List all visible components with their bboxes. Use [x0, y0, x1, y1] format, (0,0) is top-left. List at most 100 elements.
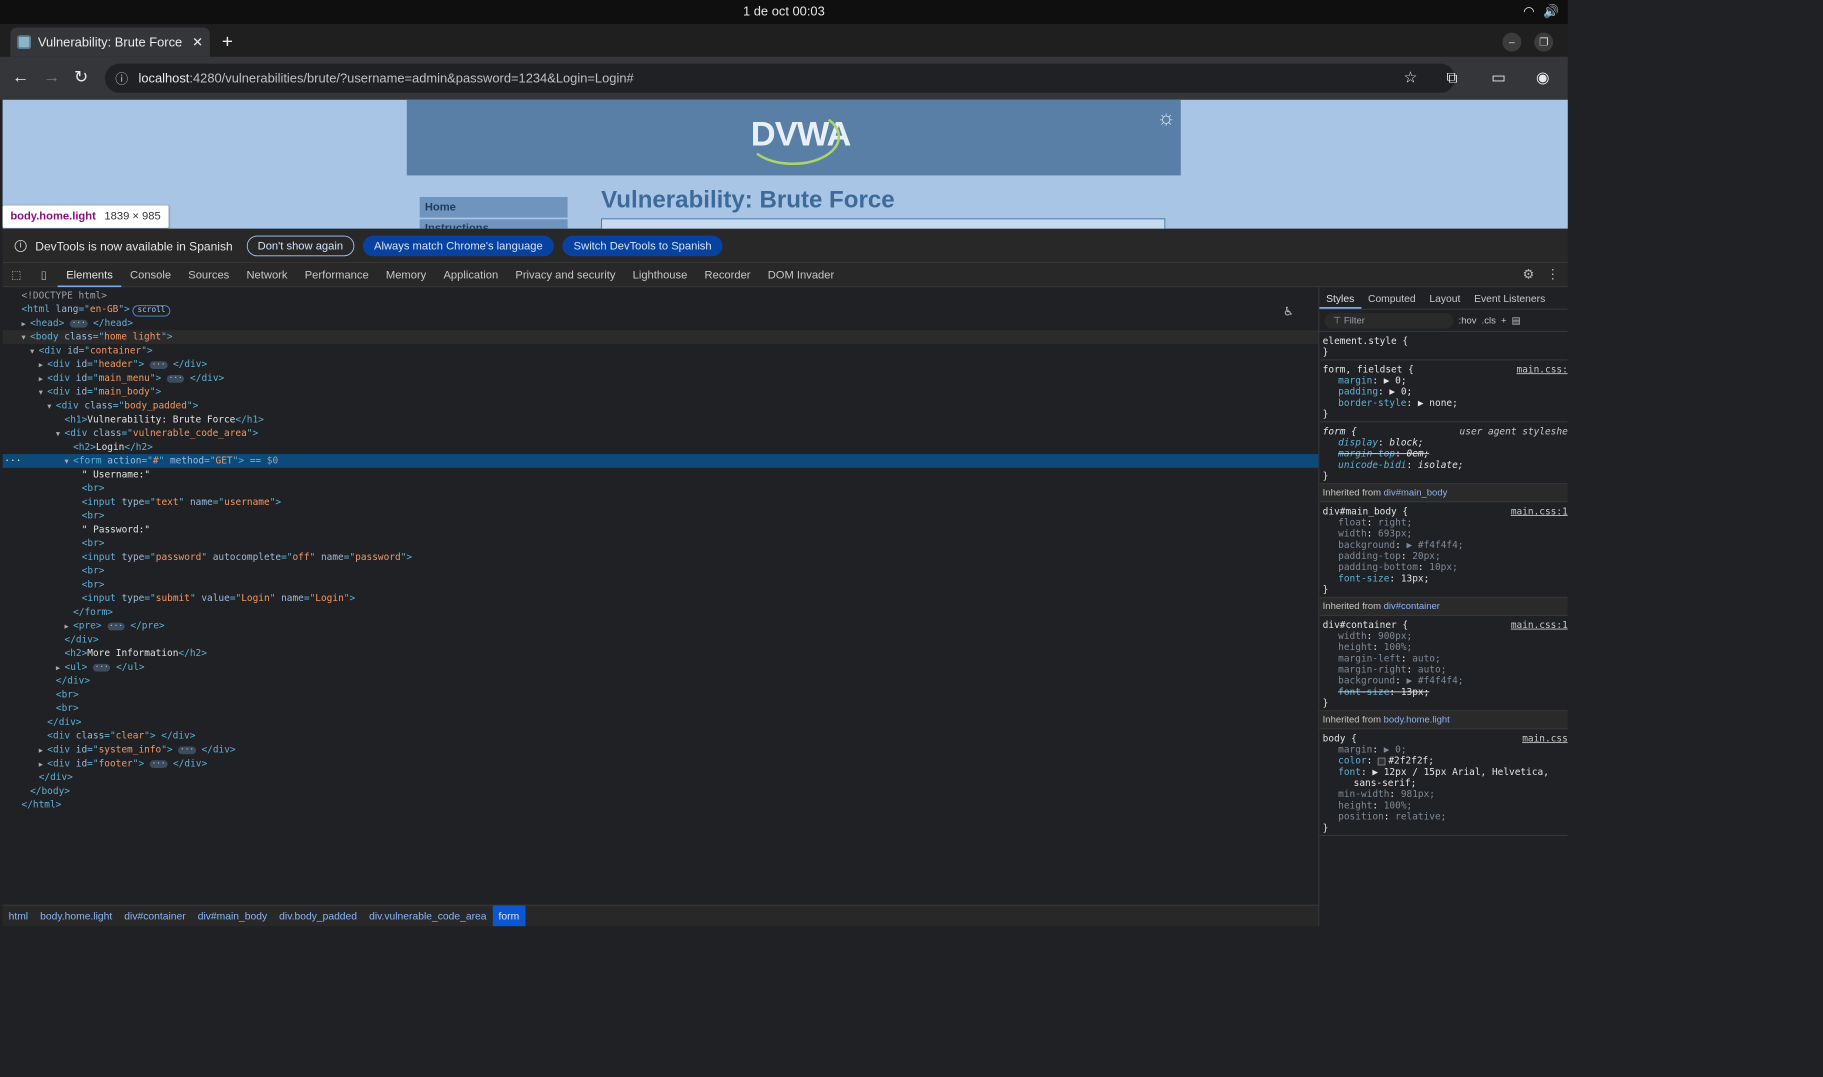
hov-toggle[interactable]: :hov — [1459, 315, 1477, 325]
menu-item-instructions[interactable]: Instructions — [419, 219, 568, 229]
dom-node[interactable]: <input type="submit" value="Login" name=… — [3, 592, 1319, 606]
node-actions-icon[interactable]: ··· — [4, 454, 21, 468]
inherited-selector-link[interactable]: div#main_body — [1384, 488, 1448, 498]
styles-tab-styles[interactable]: Styles — [1319, 287, 1362, 309]
breadcrumb-item[interactable]: div.vulnerable_code_area — [363, 906, 492, 927]
menu-item-home[interactable]: Home — [419, 196, 568, 218]
dom-node[interactable]: <html lang="en-GB"> scroll — [3, 303, 1319, 317]
dom-node[interactable]: </div> — [3, 674, 1319, 688]
css-property-inherited[interactable]: margin-left: auto; — [1323, 653, 1565, 664]
expand-triangle-icon[interactable]: ▶ — [39, 372, 48, 386]
dom-node[interactable]: ▶ <div id="header"> ··· </div> — [3, 358, 1319, 372]
breadcrumb-item[interactable]: div.body_padded — [273, 906, 363, 927]
inherited-selector-link[interactable]: div#container — [1384, 601, 1440, 611]
css-property[interactable]: color: #2f2f2f; — [1323, 755, 1565, 766]
devtools-tab-dom-invader[interactable]: DOM Invader — [759, 263, 843, 287]
devtools-tab-memory[interactable]: Memory — [377, 263, 435, 287]
css-property-inherited[interactable]: min-width: 981px; — [1323, 789, 1565, 800]
cast-icon[interactable]: ▭ — [1491, 69, 1506, 86]
css-property-inherited[interactable]: height: 100%; — [1323, 800, 1565, 811]
dom-node[interactable]: ▼ <body class="home light"> — [2, 330, 1319, 345]
dom-node[interactable]: </form> — [3, 605, 1319, 619]
back-button[interactable]: ← — [12, 67, 29, 88]
color-swatch[interactable] — [1378, 757, 1386, 765]
breadcrumb-item[interactable]: form — [492, 905, 526, 927]
styles-tab-layout[interactable]: Layout — [1422, 287, 1467, 309]
dom-node[interactable]: <h1>Vulnerability: Brute Force</h1> — [3, 413, 1319, 427]
css-property-overridden[interactable]: font-size: 13px; — [1323, 686, 1565, 697]
dom-node[interactable]: <h2>Login</h2> — [3, 440, 1319, 454]
breadcrumb-item[interactable]: div#container — [118, 906, 191, 927]
collapse-triangle-icon[interactable]: ▼ — [47, 400, 56, 414]
css-property[interactable]: border-style: ▶ none; — [1323, 397, 1565, 408]
collapse-triangle-icon[interactable]: ▼ — [56, 427, 65, 441]
collapse-triangle-icon[interactable]: ▼ — [39, 386, 48, 400]
css-property-inherited[interactable]: background: ▶ #f4f4f4; — [1323, 539, 1565, 550]
dom-node[interactable]: <br> — [3, 688, 1319, 702]
devtools-tab-lighthouse[interactable]: Lighthouse — [624, 263, 696, 287]
inherited-selector-link[interactable]: body.home.light — [1384, 715, 1450, 725]
breadcrumb-item[interactable]: body.home.light — [34, 906, 118, 927]
dom-node[interactable]: " Password:" — [3, 523, 1319, 537]
extensions-icon[interactable]: ⧉ — [1447, 69, 1458, 86]
dom-node[interactable]: <!DOCTYPE html> — [3, 289, 1319, 303]
dom-node[interactable]: </div> — [3, 633, 1319, 647]
dom-node[interactable]: <input type="password" autocomplete="off… — [3, 550, 1319, 564]
expand-triangle-icon[interactable]: ▶ — [56, 661, 65, 675]
dom-node[interactable]: ▼ <div id="container"> — [3, 344, 1319, 358]
dom-node[interactable]: ▶ <head> ··· </head> — [3, 316, 1319, 330]
clock[interactable]: 1 de oct 00:03 — [743, 4, 825, 19]
profile-icon[interactable]: ◉ — [1536, 69, 1550, 86]
devtools-tab-application[interactable]: Application — [435, 263, 507, 287]
css-property-inherited[interactable]: background: ▶ #f4f4f4; — [1323, 675, 1565, 686]
dom-node[interactable]: ▶ <ul> ··· </ul> — [3, 660, 1319, 674]
dom-node[interactable]: </body> — [3, 784, 1319, 798]
expand-triangle-icon[interactable]: ▶ — [65, 620, 74, 634]
dom-node[interactable]: ▼ <div id="main_body"> — [3, 385, 1319, 399]
css-property[interactable]: padding: ▶ 0; — [1323, 386, 1565, 397]
dom-node[interactable]: <div class="clear"> </div> — [3, 729, 1319, 743]
dont-show-again-button[interactable]: Don't show again — [246, 235, 355, 256]
styles-tab-computed[interactable]: Computed — [1361, 287, 1422, 309]
cls-toggle[interactable]: .cls — [1482, 315, 1496, 325]
collapse-triangle-icon[interactable]: ▼ — [22, 331, 31, 345]
expand-triangle-icon[interactable]: ▶ — [39, 758, 48, 772]
dom-node[interactable]: </div> — [3, 716, 1319, 730]
devtools-tab-recorder[interactable]: Recorder — [696, 263, 759, 287]
switch-language-button[interactable]: Switch DevTools to Spanish — [562, 235, 723, 256]
dom-node[interactable]: <br> — [3, 702, 1319, 716]
css-property-inherited[interactable]: position: relative; — [1323, 811, 1565, 822]
accessibility-icon[interactable]: ♿ — [1284, 304, 1292, 318]
more-options-icon[interactable]: ⋮ — [1546, 267, 1559, 282]
device-toolbar-icon[interactable]: ▯ — [30, 268, 58, 282]
rule-source-link[interactable]: main.css:1 — [1511, 619, 1568, 630]
new-tab-button[interactable]: + — [222, 31, 233, 52]
minimize-button[interactable]: – — [1502, 32, 1522, 52]
dom-node[interactable]: ▶ <pre> ··· </pre> — [3, 619, 1319, 633]
devtools-tab-sources[interactable]: Sources — [180, 263, 238, 287]
css-property-inherited[interactable]: padding-top: 20px; — [1323, 550, 1565, 561]
dom-node[interactable]: <br> — [3, 564, 1319, 578]
settings-gear-icon[interactable]: ⚙ — [1523, 267, 1535, 282]
dom-node[interactable]: <br> — [3, 578, 1319, 592]
paint-icon[interactable]: ▤ — [1512, 315, 1521, 326]
styles-filter-input[interactable]: ⊤ Filter — [1324, 312, 1454, 329]
dom-node[interactable]: ▶ <div id="main_menu"> ··· </div> — [3, 372, 1319, 386]
expand-triangle-icon[interactable]: ▶ — [39, 744, 48, 758]
devtools-tab-elements[interactable]: Elements — [57, 263, 122, 287]
css-property-inherited[interactable]: width: 693px; — [1323, 528, 1565, 539]
dvwa-logo[interactable]: DVWA — [745, 108, 851, 166]
dom-node[interactable]: <br> — [3, 537, 1319, 551]
forward-button[interactable]: → — [43, 67, 60, 88]
breadcrumb-item[interactable]: div#main_body — [192, 906, 273, 927]
dom-node[interactable]: ▶ <div id="footer"> ··· </div> — [3, 757, 1319, 771]
close-tab-icon[interactable]: ✕ — [192, 34, 203, 50]
css-property-inherited[interactable]: padding-bottom: 10px; — [1323, 562, 1565, 573]
dom-node[interactable]: " Username:" — [3, 468, 1319, 482]
rule-source-link[interactable]: main.css: — [1517, 364, 1568, 375]
dom-node[interactable]: <br> — [3, 482, 1319, 496]
dom-node[interactable]: ▼ <div class="vulnerable_code_area"> — [3, 427, 1319, 441]
styles-tab-event-listeners[interactable]: Event Listeners — [1467, 287, 1552, 309]
restore-button[interactable]: ❐ — [1534, 32, 1554, 52]
reload-button[interactable]: ↻ — [74, 67, 88, 88]
